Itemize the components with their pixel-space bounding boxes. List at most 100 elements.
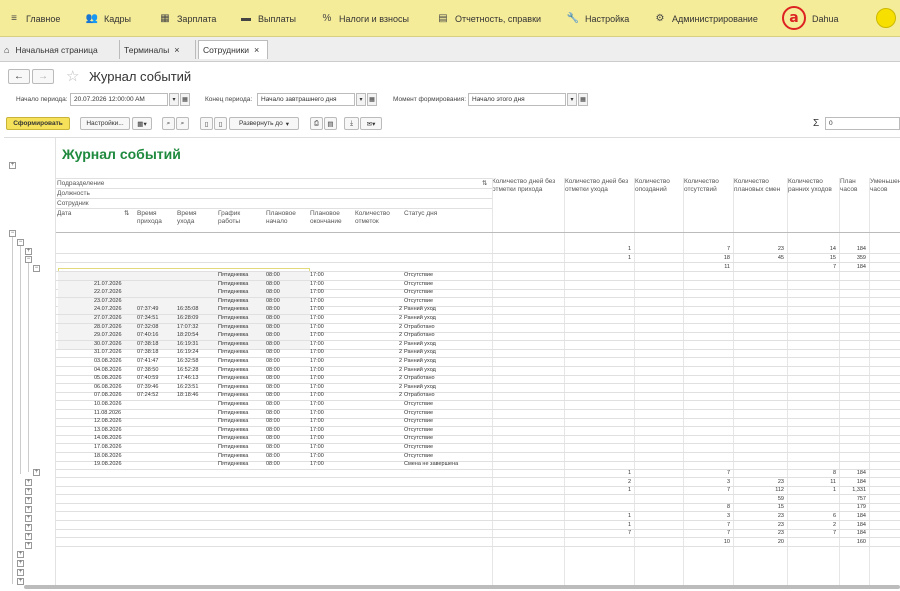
time-in-cell: 07:41:47 (137, 358, 159, 364)
summary-cell: 7 (832, 264, 836, 270)
sum-field[interactable]: 0 (825, 117, 900, 130)
status-cell: Отработано (404, 392, 435, 399)
mark-count-cell: 2 (398, 340, 402, 347)
menu-item-payments[interactable]: ▬ Выплаты (240, 0, 296, 37)
expand-toggle-icon[interactable]: + (17, 560, 24, 567)
menu-item-settings[interactable]: 🔧 Настройка (567, 0, 630, 37)
status-cell: Ранний уход (404, 358, 436, 364)
menu-item-main[interactable]: ≡ Главное (8, 0, 60, 37)
favorite-star-icon[interactable]: ☆ (66, 69, 79, 84)
settings-button[interactable]: Настройки... (80, 117, 130, 130)
dropdown-arrow-icon[interactable]: ▾ (169, 93, 179, 106)
tab-employees[interactable]: Сотрудники × (198, 40, 268, 59)
expand-toggle-icon[interactable]: + (25, 248, 32, 255)
expand-toggle-icon[interactable]: + (25, 542, 32, 549)
calendar-icon[interactable]: ▦ (578, 93, 588, 106)
expand-toggle-icon[interactable]: + (25, 506, 32, 513)
expand-toggle-icon[interactable]: + (17, 578, 24, 585)
calendar-icon[interactable]: ▦ (367, 93, 377, 106)
plan-start-cell: 08:00 (266, 332, 280, 339)
variant-icon[interactable]: ▦▾ (132, 117, 152, 130)
menu-item-taxes[interactable]: % Налоги и взносы (321, 0, 409, 37)
back-button[interactable]: ← (8, 69, 30, 84)
header-position: Должность (57, 190, 90, 197)
status-cell: Отсутствие (404, 426, 434, 433)
summary-cell: 184 (856, 513, 866, 519)
date-cell: 19.08.2026 (94, 461, 122, 468)
calendar-icon[interactable]: ▦ (180, 93, 190, 106)
expand-toggle-icon[interactable]: + (25, 488, 32, 495)
dropdown-arrow-icon[interactable]: ▾ (356, 93, 366, 106)
search-next-icon[interactable]: ⌕ (176, 117, 189, 130)
plan-end-cell: 17:00 (310, 306, 324, 313)
status-cell: Отсутствие (404, 418, 434, 425)
collapse-icon[interactable]: ▯ (200, 117, 213, 130)
summary-cell: 23 (777, 513, 784, 519)
date-cell: 14.08.2026 (94, 435, 122, 442)
close-icon[interactable]: × (254, 45, 259, 55)
expand-icon[interactable]: ▯ (214, 117, 227, 130)
moment-input[interactable]: Начало этого дня (468, 93, 566, 106)
schedule-cell: Пятидневка (218, 435, 249, 442)
sort-icon[interactable]: ⇅ (482, 180, 487, 188)
horizontal-scrollbar[interactable] (24, 585, 900, 589)
menu-item-salary[interactable]: ▦ Зарплата (159, 0, 216, 37)
expand-to-button[interactable]: Развернуть до ▾ (229, 117, 299, 130)
expand-toggle-icon[interactable]: + (17, 569, 24, 576)
header-time-in: Время прихода (137, 210, 162, 225)
forward-button[interactable]: → (32, 69, 54, 84)
tab-label: Начальная страница (15, 44, 98, 55)
save-icon[interactable]: ⤓ (344, 117, 359, 130)
search-icon[interactable]: ⌕ (162, 117, 175, 130)
print-icon[interactable]: ⎙ (310, 117, 323, 130)
mark-count-cell: 2 (398, 323, 402, 330)
expand-toggle-icon[interactable]: + (25, 524, 32, 531)
expand-toggle-icon[interactable]: + (25, 533, 32, 540)
plan-start-cell: 08:00 (266, 401, 280, 407)
date-cell: 31.07.2026 (94, 349, 122, 356)
tab-terminals[interactable]: Терминалы × (124, 40, 196, 59)
close-icon[interactable]: × (174, 45, 179, 55)
collapse-toggle-icon[interactable]: − (9, 230, 16, 237)
time-out-cell: 17:07:32 (177, 323, 199, 330)
schedule-cell: Пятидневка (218, 401, 249, 407)
row-divider (56, 434, 900, 436)
plan-start-cell: 08:00 (266, 315, 280, 321)
plan-end-cell: 17:00 (310, 426, 324, 433)
dropdown-arrow-icon[interactable]: ▾ (567, 93, 577, 106)
plan-end-cell: 17:00 (310, 272, 324, 278)
summary-cell: 59 (777, 495, 784, 502)
plan-end-cell: 17:00 (310, 452, 324, 459)
generate-button[interactable]: Сформировать (6, 117, 70, 130)
expand-toggle-icon[interactable]: + (25, 479, 32, 486)
collapse-toggle-icon[interactable]: − (25, 256, 32, 263)
expand-toggle-icon[interactable]: + (9, 162, 16, 169)
menu-item-hr[interactable]: 👥 Кадры (86, 0, 131, 37)
period-end-input[interactable]: Начало завтрашнего дня (257, 93, 355, 106)
collapse-toggle-icon[interactable]: − (33, 265, 40, 272)
page-title: Журнал событий (89, 69, 192, 84)
schedule-cell: Пятидневка (218, 332, 249, 339)
menu-item-reports[interactable]: ▤ Отчетность, справки (437, 0, 541, 37)
sort-icon[interactable]: ⇅ (124, 210, 129, 218)
mark-count-cell: 2 (398, 366, 402, 373)
expand-toggle-icon[interactable]: + (25, 515, 32, 522)
summary-cell: 112 (775, 487, 784, 494)
period-start-input[interactable]: 20.07.2026 12:00:00 AM (70, 93, 168, 106)
menu-item-admin[interactable]: ⚙ Администрирование (654, 0, 758, 37)
collapse-toggle-icon[interactable]: − (17, 239, 24, 246)
user-avatar[interactable] (876, 8, 896, 28)
schedule-cell: Пятидневка (218, 392, 249, 399)
preview-icon[interactable]: ▤ (324, 117, 337, 130)
expand-toggle-icon[interactable]: + (25, 497, 32, 504)
expand-toggle-icon[interactable]: + (17, 551, 24, 558)
expand-toggle-icon[interactable]: + (33, 469, 40, 476)
plan-start-cell: 08:00 (266, 375, 280, 382)
time-out-cell: 17:46:13 (177, 375, 199, 382)
header-schedule: График работы (218, 210, 241, 225)
row-divider (56, 426, 900, 428)
summary-cell: 7 (627, 530, 631, 537)
tab-home[interactable]: ⌂ Начальная страница (4, 40, 120, 59)
status-cell: Отработано (404, 375, 435, 382)
mail-icon[interactable]: ✉▾ (360, 117, 382, 130)
